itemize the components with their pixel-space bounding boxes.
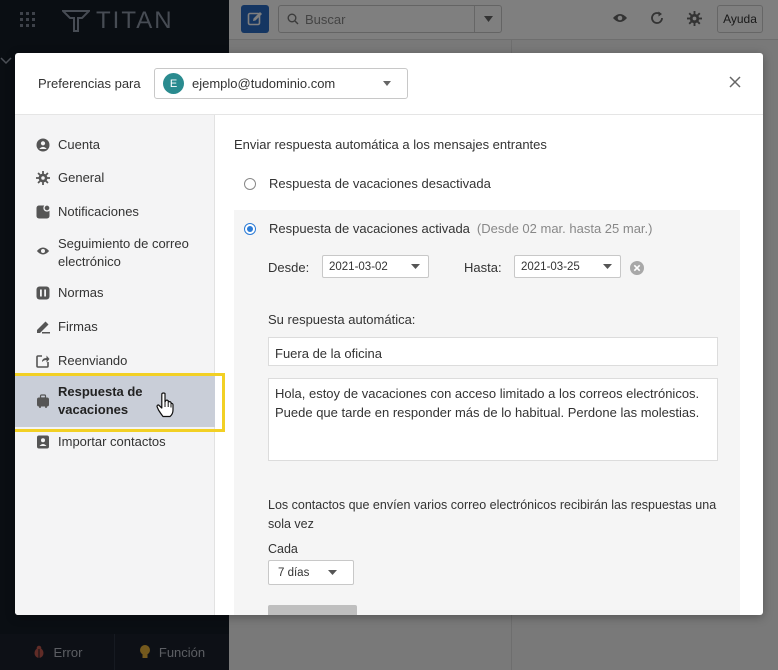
vacation-on-panel: Respuesta de vacaciones activada (Desde …	[234, 210, 740, 615]
sidebar-item-account[interactable]: Cuenta	[15, 136, 215, 154]
sidebar-item-label: Seguimiento de correo electrónico	[58, 236, 189, 269]
sidebar-item-notifications[interactable]: Notificaciones	[15, 203, 215, 221]
section-heading: Enviar respuesta automática a los mensaj…	[234, 137, 547, 152]
hand-cursor-icon	[156, 392, 174, 418]
caret-down-icon	[411, 264, 420, 269]
avatar: E	[163, 73, 184, 94]
eye-icon	[36, 247, 50, 255]
clear-date-icon[interactable]	[630, 261, 644, 275]
account-email: ejemplo@tudominio.com	[192, 76, 336, 91]
date-range-summary: (Desde 02 mar. hasta 25 mar.)	[476, 221, 653, 236]
close-icon[interactable]	[728, 75, 742, 89]
vacation-off-option[interactable]: Respuesta de vacaciones desactivada	[244, 176, 491, 191]
caret-down-icon	[383, 81, 391, 86]
to-date-value: 2021-03-25	[521, 260, 580, 273]
vacation-off-radio[interactable]	[244, 177, 256, 190]
sidebar-item-rules[interactable]: Normas	[15, 284, 215, 302]
gear-icon	[36, 171, 50, 185]
preferences-sidebar: Cuenta General Notificaciones Seguimient…	[15, 115, 225, 615]
vacation-on-radio[interactable]	[244, 222, 256, 235]
modal-header: Preferencias para E ejemplo@tudominio.co…	[15, 53, 763, 115]
user-circle-icon	[36, 138, 50, 152]
save-button[interactable]	[268, 605, 357, 615]
contacts-info-text: Los contactos que envíen varios correo e…	[268, 498, 717, 531]
caret-down-icon	[328, 570, 337, 575]
frequency-label: Cada	[268, 542, 298, 556]
sidebar-item-forwarding[interactable]: Reenviando	[15, 352, 215, 370]
sidebar-item-general[interactable]: General	[15, 169, 215, 187]
sidebar-item-label: Firmas	[58, 319, 98, 334]
frequency-select[interactable]: 7 días	[268, 560, 354, 585]
reply-body-textarea[interactable]: Hola, estoy de vacaciones con acceso lim…	[268, 378, 718, 461]
preferences-modal: Preferencias para E ejemplo@tudominio.co…	[15, 53, 763, 615]
sidebar-item-signatures[interactable]: Firmas	[15, 318, 215, 336]
vacation-reply-settings: Enviar respuesta automática a los mensaj…	[234, 115, 763, 615]
account-select[interactable]: E ejemplo@tudominio.com	[154, 68, 408, 99]
forward-icon	[36, 355, 50, 368]
sidebar-item-label: Reenviando	[58, 353, 128, 368]
sidebar-item-label: Cuenta	[58, 137, 100, 152]
notification-icon	[36, 205, 50, 219]
from-date-select[interactable]: 2021-03-02	[322, 255, 429, 278]
sidebar-item-label: Notificaciones	[58, 204, 139, 219]
vacation-on-label: Respuesta de vacaciones activada	[269, 221, 470, 236]
pen-icon	[37, 321, 50, 334]
to-label: Hasta:	[464, 260, 502, 275]
frequency-value: 7 días	[278, 566, 310, 579]
to-date-select[interactable]: 2021-03-25	[514, 255, 621, 278]
caret-down-icon	[603, 264, 612, 269]
vacation-on-option[interactable]: Respuesta de vacaciones activada (Desde …	[244, 221, 653, 236]
vacation-off-label: Respuesta de vacaciones desactivada	[269, 176, 491, 191]
highlight-box	[15, 373, 225, 432]
sidebar-item-import-contacts[interactable]: Importar contactos	[15, 433, 215, 451]
from-label: Desde:	[268, 260, 310, 275]
rules-icon	[36, 286, 50, 300]
contacts-icon	[37, 435, 49, 449]
reply-label: Su respuesta automática:	[268, 312, 416, 327]
sidebar-item-label: Importar contactos	[58, 434, 166, 449]
preferences-label: Preferencias para	[38, 76, 141, 91]
from-date-value: 2021-03-02	[329, 260, 388, 273]
sidebar-item-label: General	[58, 170, 105, 185]
sidebar-item-label: Normas	[58, 285, 104, 300]
reply-subject-input[interactable]: Fuera de la oficina	[268, 337, 718, 366]
sidebar-item-email-tracking[interactable]: Seguimiento de correo electrónico	[15, 235, 205, 271]
